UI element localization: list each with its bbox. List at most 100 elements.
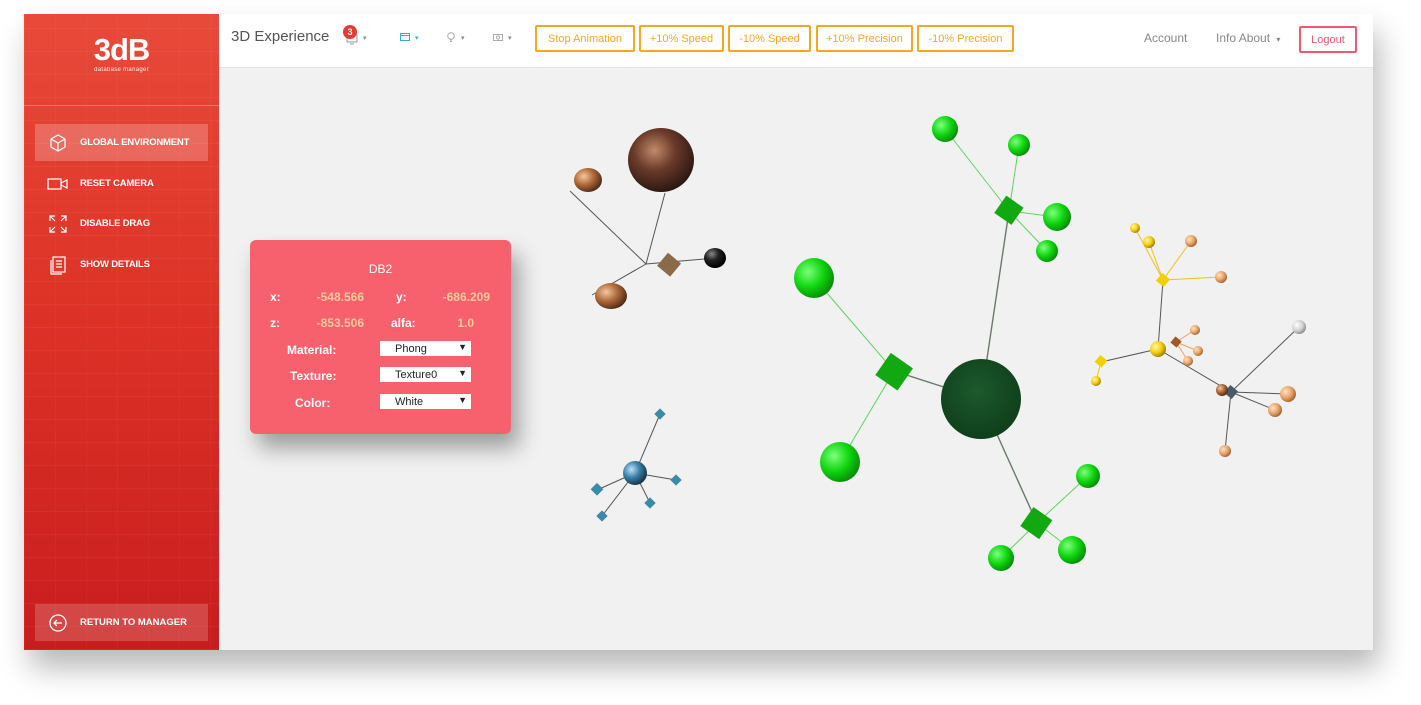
menu-reset-camera[interactable]: RESET CAMERA [35, 165, 208, 202]
node-sphere[interactable] [1193, 346, 1203, 356]
texture-select[interactable]: Texture0 ▼ [380, 367, 471, 382]
node-cube[interactable] [596, 510, 608, 522]
node-sphere[interactable] [1268, 403, 1282, 417]
material-select[interactable]: Phong ▼ [380, 341, 471, 356]
color-select[interactable]: White ▼ [380, 394, 471, 409]
node-cube[interactable] [1170, 336, 1182, 348]
sidebar-texture [24, 14, 219, 650]
menu-show-details[interactable]: SHOW DETAILS [35, 246, 208, 283]
node-sphere[interactable] [623, 461, 647, 485]
menu-label: GLOBAL ENVIRONMENT [80, 137, 190, 148]
logo: 3dB database manager [24, 14, 219, 106]
node-cube[interactable] [875, 352, 913, 391]
account-link[interactable]: Account [1144, 31, 1187, 45]
menu-label: DISABLE DRAG [80, 218, 150, 229]
brand-title: 3D Experience [231, 28, 330, 45]
x-label: x: [270, 290, 281, 304]
app-window: 3dB database manager GLOBAL ENVIRONMENT … [24, 14, 1373, 650]
chevron-down-icon: ▾ [508, 35, 512, 42]
node-sphere[interactable] [1280, 386, 1296, 402]
node-cube[interactable] [1094, 354, 1108, 368]
node-sphere[interactable] [574, 168, 602, 192]
node-sphere[interactable] [1058, 536, 1086, 564]
node-cube[interactable] [657, 252, 682, 277]
arrow-left-circle-icon [47, 612, 69, 634]
details-icon [47, 254, 69, 276]
node-sphere[interactable] [1183, 356, 1193, 366]
node-sphere[interactable] [794, 258, 834, 298]
precision-up-button[interactable]: +10% Precision [816, 25, 913, 52]
node-sphere[interactable] [1043, 203, 1071, 231]
return-to-manager-button[interactable]: RETURN TO MANAGER [35, 604, 208, 641]
material-value: Phong [395, 342, 427, 355]
node-sphere[interactable] [1292, 320, 1306, 334]
info-about-label: Info About [1216, 31, 1271, 45]
stop-animation-button[interactable]: Stop Animation [535, 25, 635, 52]
node-sphere[interactable] [1216, 384, 1228, 396]
node-cluster-blue[interactable] [590, 408, 682, 522]
info-about-dropdown[interactable]: Info About ▾ [1216, 31, 1280, 45]
node-sphere[interactable] [932, 116, 958, 142]
node-sphere[interactable] [1130, 223, 1140, 233]
dropdown-arrow-icon: ▼ [458, 368, 467, 378]
texture-label: Texture: [290, 369, 337, 383]
y-value: -686.209 [442, 290, 490, 304]
speed-down-button[interactable]: -10% Speed [728, 25, 811, 52]
node-cube[interactable] [590, 482, 604, 496]
node-cube[interactable] [654, 408, 666, 420]
x-value: -548.566 [316, 290, 364, 304]
camera-dropdown[interactable]: ▾ [492, 28, 512, 48]
node-sphere[interactable] [820, 442, 860, 482]
node-sphere[interactable] [1185, 235, 1197, 247]
node-sphere[interactable] [1091, 376, 1101, 386]
node-sphere[interactable] [1036, 240, 1058, 262]
node-cube[interactable] [670, 474, 682, 486]
node-cluster-bronze[interactable] [569, 128, 726, 309]
camera-icon [47, 173, 69, 195]
precision-down-button[interactable]: -10% Precision [917, 25, 1014, 52]
window-dropdown[interactable]: ▾ [399, 28, 419, 48]
texture-value: Texture0 [395, 368, 438, 381]
photo-camera-icon [492, 31, 504, 45]
node-sphere[interactable] [988, 545, 1014, 571]
node-cluster-gold[interactable] [1091, 223, 1306, 457]
dropdown-arrow-icon: ▼ [458, 342, 467, 352]
logout-button[interactable]: Logout [1299, 26, 1357, 53]
light-dropdown[interactable]: ▾ [445, 28, 465, 48]
color-label: Color: [295, 396, 331, 410]
return-label: RETURN TO MANAGER [80, 617, 187, 628]
node-cube[interactable] [644, 497, 656, 509]
dropdown-arrow-icon: ▼ [458, 395, 467, 405]
monitor-dropdown[interactable]: 3 ▾ [343, 25, 367, 48]
alfa-label: alfa: [391, 316, 416, 330]
logo-subtitle: database manager [94, 67, 149, 73]
window-icon [399, 31, 411, 45]
chevron-down-icon: ▾ [363, 35, 367, 42]
node-sphere[interactable] [1219, 445, 1231, 457]
menu-label: SHOW DETAILS [80, 259, 150, 270]
menu-disable-drag[interactable]: DISABLE DRAG [35, 205, 208, 242]
node-sphere[interactable] [628, 128, 694, 192]
panel-title: DB2 [368, 262, 393, 276]
node-sphere[interactable] [1150, 341, 1166, 357]
speed-up-button[interactable]: +10% Speed [639, 25, 724, 52]
chevron-down-icon: ▾ [1276, 35, 1281, 44]
node-sphere[interactable] [1215, 271, 1227, 283]
node-cube[interactable] [994, 195, 1024, 225]
center-node-sphere[interactable] [941, 359, 1021, 439]
node-sphere[interactable] [1008, 134, 1030, 156]
node-sphere[interactable] [1076, 464, 1100, 488]
node-cluster-green[interactable] [794, 116, 1100, 571]
node-cube[interactable] [1155, 272, 1171, 288]
z-value: -853.506 [316, 316, 364, 330]
cube-icon [47, 132, 69, 154]
expand-arrows-icon [47, 213, 69, 235]
z-label: z: [270, 316, 280, 330]
chevron-down-icon: ▾ [461, 35, 465, 42]
node-sphere[interactable] [1143, 236, 1155, 248]
menu-global-environment[interactable]: GLOBAL ENVIRONMENT [35, 124, 208, 161]
node-sphere[interactable] [704, 248, 726, 268]
logo-mark: 3dB [93, 32, 151, 67]
node-sphere[interactable] [595, 283, 627, 309]
node-sphere[interactable] [1190, 325, 1200, 335]
